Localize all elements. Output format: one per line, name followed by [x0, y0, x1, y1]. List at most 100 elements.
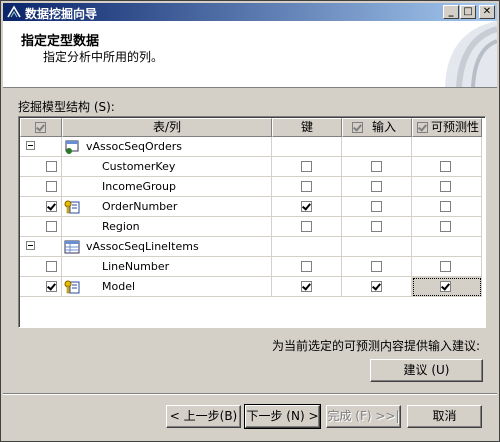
wizard-app-icon: [7, 5, 21, 18]
key-column-icon: [64, 200, 80, 214]
predict-checkbox[interactable]: [440, 201, 451, 212]
collapse-toggle[interactable]: [26, 241, 35, 250]
predict-checkbox[interactable]: [440, 181, 451, 192]
collapse-toggle[interactable]: [26, 141, 35, 150]
maximize-button[interactable]: □: [460, 5, 476, 19]
row-name-cell: OrderNumber: [62, 197, 272, 217]
input-cell: [342, 197, 412, 217]
row-name-cell: Model: [62, 277, 272, 297]
row-name-cell: Region: [62, 217, 272, 237]
wizard-window: 数据挖掘向导 _ □ ✕ 指定定型数据 指定分析中所用的列。 挖掘模型结构 (S…: [0, 0, 500, 442]
column-row[interactable]: Model: [20, 277, 482, 297]
include-cell: [20, 197, 62, 217]
finish-button[interactable]: 完成 (F) >>|: [326, 405, 401, 428]
key-checkbox[interactable]: [301, 181, 312, 192]
header-include-all[interactable]: [20, 118, 62, 137]
input-checkbox[interactable]: [371, 281, 382, 292]
column-name: Region: [102, 220, 140, 233]
input-cell: [342, 177, 412, 197]
header-input[interactable]: 输入: [342, 118, 412, 137]
include-cell: [20, 177, 62, 197]
table-row[interactable]: vAssocSeqLineItems: [20, 237, 482, 257]
page-subtitle: 指定分析中所用的列。: [43, 50, 164, 64]
header-key[interactable]: 键: [272, 118, 342, 137]
header-predict-label: 可预测性: [431, 120, 480, 134]
minimize-button[interactable]: _: [443, 5, 459, 19]
column-row[interactable]: IncomeGroup: [20, 177, 482, 197]
table-name: vAssocSeqOrders: [86, 140, 182, 153]
wizard-header: 指定定型数据 指定分析中所用的列。: [3, 21, 497, 88]
include-cell: [20, 157, 62, 177]
column-row[interactable]: OrderNumber: [20, 197, 482, 217]
header-input-label: 输入: [372, 120, 397, 134]
key-checkbox[interactable]: [301, 281, 312, 292]
input-checkbox[interactable]: [371, 201, 382, 212]
footer-separator: [3, 393, 497, 395]
predict-cell: [412, 157, 482, 177]
include-all-checkbox[interactable]: [35, 122, 46, 133]
suggest-button[interactable]: 建议 (U): [370, 359, 483, 382]
input-cell: [342, 157, 412, 177]
close-button[interactable]: ✕: [479, 5, 495, 19]
key-cell: [272, 217, 342, 237]
predict-checkbox[interactable]: [440, 281, 451, 292]
input-cell: [342, 257, 412, 277]
row-name-cell: vAssocSeqLineItems: [62, 237, 272, 257]
key-cell: [272, 257, 342, 277]
include-cell: [20, 257, 62, 277]
key-cell: [272, 137, 342, 157]
input-checkbox[interactable]: [371, 161, 382, 172]
header-table-column[interactable]: 表/列: [62, 118, 272, 137]
key-checkbox[interactable]: [301, 161, 312, 172]
predict-cell: [412, 237, 482, 257]
column-row[interactable]: CustomerKey: [20, 157, 482, 177]
title-bar[interactable]: 数据挖掘向导 _ □ ✕: [3, 3, 497, 21]
next-button[interactable]: 下一步 (N) >: [244, 404, 321, 429]
row-name-cell: IncomeGroup: [62, 177, 272, 197]
page-title: 指定定型数据: [21, 34, 100, 49]
row-expander-cell: [20, 237, 62, 257]
row-name-cell: CustomerKey: [62, 157, 272, 177]
header-predict[interactable]: 可预测性: [412, 118, 482, 137]
cancel-button[interactable]: 取消: [407, 405, 482, 428]
predict-checkbox[interactable]: [440, 161, 451, 172]
input-all-checkbox[interactable]: [352, 122, 363, 133]
key-checkbox[interactable]: [301, 261, 312, 272]
key-checkbox[interactable]: [301, 221, 312, 232]
nested-table-icon: [64, 240, 80, 254]
include-cell: [20, 217, 62, 237]
include-checkbox[interactable]: [46, 261, 57, 272]
minimize-icon: _: [448, 6, 454, 17]
input-cell: [342, 137, 412, 157]
predict-all-checkbox[interactable]: [417, 122, 428, 133]
column-row[interactable]: LineNumber: [20, 257, 482, 277]
include-checkbox[interactable]: [46, 181, 57, 192]
key-cell: [272, 277, 342, 297]
predict-checkbox[interactable]: [440, 221, 451, 232]
header-key-label: 键: [300, 120, 313, 134]
table-row[interactable]: vAssocSeqOrders: [20, 137, 482, 157]
column-name: OrderNumber: [102, 200, 178, 213]
input-checkbox[interactable]: [371, 181, 382, 192]
include-checkbox[interactable]: [46, 201, 57, 212]
predict-cell: [412, 257, 482, 277]
mining-structure-grid[interactable]: 表/列 键 输入 可预测性 vAssocSeqOrders CustomerKe…: [18, 116, 486, 328]
predict-cell: [412, 197, 482, 217]
key-column-icon: [64, 280, 80, 294]
row-name-cell: LineNumber: [62, 257, 272, 277]
include-checkbox[interactable]: [46, 281, 57, 292]
include-checkbox[interactable]: [46, 161, 57, 172]
input-cell: [342, 237, 412, 257]
input-cell: [342, 277, 412, 297]
input-checkbox[interactable]: [371, 261, 382, 272]
column-row[interactable]: Region: [20, 217, 482, 237]
column-name: IncomeGroup: [102, 180, 176, 193]
include-checkbox[interactable]: [46, 221, 57, 232]
key-cell: [272, 197, 342, 217]
predict-checkbox[interactable]: [440, 261, 451, 272]
input-checkbox[interactable]: [371, 221, 382, 232]
key-cell: [272, 177, 342, 197]
back-button[interactable]: < 上一步(B): [166, 405, 241, 428]
predict-cell: [412, 137, 482, 157]
key-checkbox[interactable]: [301, 201, 312, 212]
